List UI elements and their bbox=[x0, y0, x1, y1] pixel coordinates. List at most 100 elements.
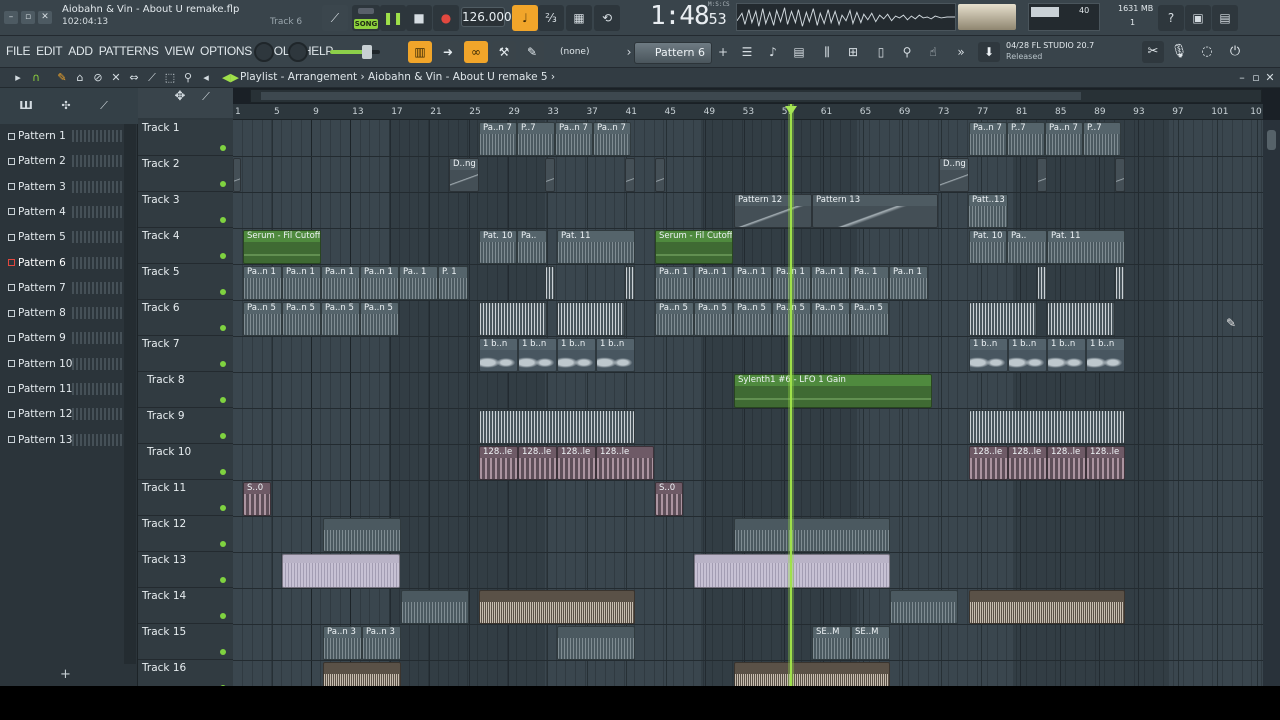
timeline-ruler[interactable]: 1 5 9 13 17 21 25 29 33 37 41 45 49 53 57 61 65 69 73 77 81 8… bbox=[233, 104, 1263, 120]
playlist-clip[interactable] bbox=[734, 662, 890, 686]
playlist-clip[interactable]: Serum - Fil Cutoff bbox=[655, 230, 733, 264]
playlist-clip[interactable]: 1 b..n bbox=[518, 338, 557, 372]
playlist-clip[interactable] bbox=[890, 590, 958, 624]
track-header[interactable]: Track 7 bbox=[138, 336, 233, 372]
track-header[interactable]: Track 13 bbox=[138, 552, 233, 588]
pattern-item[interactable]: Pattern 7 bbox=[8, 278, 122, 298]
pattern-tab-icon[interactable]: Ш bbox=[18, 98, 34, 114]
pattern-item[interactable]: Pattern 8 bbox=[8, 303, 122, 323]
playlist-clip[interactable]: P..7 bbox=[1083, 122, 1121, 156]
playlist-clip[interactable] bbox=[1047, 302, 1115, 336]
playlist-clip[interactable]: S..0 bbox=[243, 482, 271, 516]
mixer-icon[interactable]: ⫼ bbox=[816, 42, 838, 62]
playlist-clip[interactable]: Pa.. 1 bbox=[850, 266, 889, 300]
restore-icon[interactable]: ▫ bbox=[21, 11, 35, 24]
playlist-clip[interactable]: S..0 bbox=[655, 482, 683, 516]
automation-tab-icon[interactable]: ⟋ bbox=[96, 98, 112, 114]
playlist-clip[interactable] bbox=[625, 266, 635, 300]
record-icon[interactable]: ● bbox=[433, 5, 459, 31]
track-mute-led[interactable] bbox=[220, 253, 226, 259]
browser-icon[interactable]: ▯ bbox=[870, 42, 892, 62]
playlist-clip[interactable] bbox=[969, 410, 1125, 444]
playlist-clip[interactable]: 1 b..n bbox=[1086, 338, 1125, 372]
playlist-clip[interactable]: Pa..n 1 bbox=[694, 266, 733, 300]
playlist-clip[interactable] bbox=[734, 518, 890, 552]
playlist-clip[interactable]: Pat. 10 bbox=[969, 230, 1007, 264]
playlist-clip[interactable]: Pa..n 1 bbox=[811, 266, 850, 300]
close-icon[interactable]: ✕ bbox=[38, 11, 52, 24]
playlist-clip[interactable]: Pa..n 5 bbox=[243, 302, 282, 336]
playlist-clip[interactable]: Pat. 11 bbox=[557, 230, 635, 264]
track-header[interactable]: Track 11 bbox=[138, 480, 233, 516]
arrow-icon[interactable]: ➜ bbox=[436, 41, 460, 63]
pattern-item[interactable]: Pattern 10 bbox=[8, 354, 122, 374]
project-info-icon[interactable]: ▤ bbox=[1212, 5, 1238, 31]
playlist-clip[interactable]: Pa..n 7 bbox=[593, 122, 631, 156]
track-mute-led[interactable] bbox=[220, 541, 226, 547]
track-mute-led[interactable] bbox=[220, 577, 226, 583]
playlist-clip[interactable]: 128..le bbox=[518, 446, 557, 480]
playlist-clip[interactable] bbox=[1115, 266, 1125, 300]
tempo-display[interactable]: 126.000 bbox=[461, 7, 512, 27]
playlist-clip[interactable] bbox=[479, 590, 635, 624]
playlist-clip[interactable]: SE..M bbox=[812, 626, 851, 660]
playlist-clip[interactable]: Pa..n 5 bbox=[811, 302, 850, 336]
playlist-clip[interactable] bbox=[969, 302, 1037, 336]
track-mute-led[interactable] bbox=[220, 649, 226, 655]
pattern-item[interactable]: Pattern 13 bbox=[8, 430, 122, 450]
playlist-clip[interactable]: Sylenth1 #6 - LFO 1 Gain bbox=[734, 374, 932, 408]
playlist-clip[interactable]: 128..le bbox=[479, 446, 518, 480]
menu-add[interactable]: ADD bbox=[68, 44, 93, 58]
pattern-item[interactable]: Pattern 2 bbox=[8, 151, 122, 171]
playlist-clip[interactable]: Pa..n 1 bbox=[733, 266, 772, 300]
menu-edit[interactable]: EDIT bbox=[36, 44, 62, 58]
download-icon[interactable]: ⬇ bbox=[978, 42, 1000, 62]
playlist-clip[interactable]: 1 b..n bbox=[1008, 338, 1047, 372]
loop-record-icon[interactable]: ⟲ bbox=[594, 5, 620, 31]
playlist-clip[interactable]: P..7 bbox=[517, 122, 555, 156]
track-mute-led[interactable] bbox=[220, 505, 226, 511]
playlist-clip[interactable]: Pa..n 3 bbox=[323, 626, 362, 660]
playlist-clip[interactable]: Pa..n 1 bbox=[321, 266, 360, 300]
play-arrow-icon[interactable]: ◀▶ bbox=[222, 70, 239, 86]
scissors-icon[interactable]: ✂ bbox=[1142, 41, 1164, 63]
playlist-clip[interactable]: 128..le bbox=[1047, 446, 1086, 480]
track-mute-led[interactable] bbox=[220, 397, 226, 403]
playlist-icon[interactable]: ☰ bbox=[736, 42, 758, 62]
track-mute-led[interactable] bbox=[220, 289, 226, 295]
playlist-clip[interactable]: 1 b..n bbox=[1047, 338, 1086, 372]
playlist-clip[interactable] bbox=[545, 158, 555, 192]
track-header[interactable]: Track 6 bbox=[138, 300, 233, 336]
pencil-icon[interactable]: ✎ bbox=[520, 41, 544, 63]
typing-keyboard-icon[interactable]: ▥ bbox=[408, 41, 432, 63]
playlist-clip[interactable]: Pa..n 7 bbox=[969, 122, 1007, 156]
playlist-clip[interactable] bbox=[557, 626, 635, 660]
pattern-item[interactable]: Pattern 9 bbox=[8, 328, 122, 348]
playlist-clip[interactable]: Pa..n 7 bbox=[1045, 122, 1083, 156]
playlist-clip[interactable]: Pa..n 1 bbox=[655, 266, 694, 300]
playlist-clip[interactable]: 128..le bbox=[557, 446, 596, 480]
playlist-clip[interactable]: Pa..n 1 bbox=[282, 266, 321, 300]
playlist-clip[interactable] bbox=[625, 158, 635, 192]
help-icon[interactable]: ? bbox=[1158, 5, 1184, 31]
paint-tool-icon[interactable]: ⌂ bbox=[72, 70, 88, 86]
slice-tool-icon[interactable]: ⟋ bbox=[144, 70, 160, 86]
track-mute-led[interactable] bbox=[220, 325, 226, 331]
track-header[interactable]: Track 5 bbox=[138, 264, 233, 300]
microphone-icon[interactable]: 🎙 bbox=[1168, 41, 1190, 63]
pattern-add-icon[interactable]: + bbox=[712, 42, 734, 62]
playlist-clip[interactable]: 1 b..n bbox=[596, 338, 635, 372]
pattern-item[interactable]: Pattern 11 bbox=[8, 379, 122, 399]
power-icon[interactable]: ⏻ bbox=[1224, 41, 1246, 63]
playlist-clip[interactable]: Pa.. 1 bbox=[399, 266, 438, 300]
track-header[interactable]: Track 10 bbox=[138, 444, 233, 480]
slip-tool-icon[interactable]: ⇔ bbox=[126, 70, 142, 86]
playlist-clip[interactable]: Pat. 11 bbox=[1047, 230, 1125, 264]
render-icon[interactable]: » bbox=[950, 42, 972, 62]
channel-icon[interactable]: ⊞ bbox=[842, 42, 864, 62]
playhead-marker[interactable] bbox=[785, 106, 797, 115]
close-icon[interactable]: ✕ bbox=[1262, 70, 1278, 86]
master-volume-thumb[interactable] bbox=[362, 45, 372, 59]
channel-rack-icon[interactable]: ▤ bbox=[788, 42, 810, 62]
playlist-clip[interactable]: Patt..13 bbox=[968, 194, 1008, 228]
